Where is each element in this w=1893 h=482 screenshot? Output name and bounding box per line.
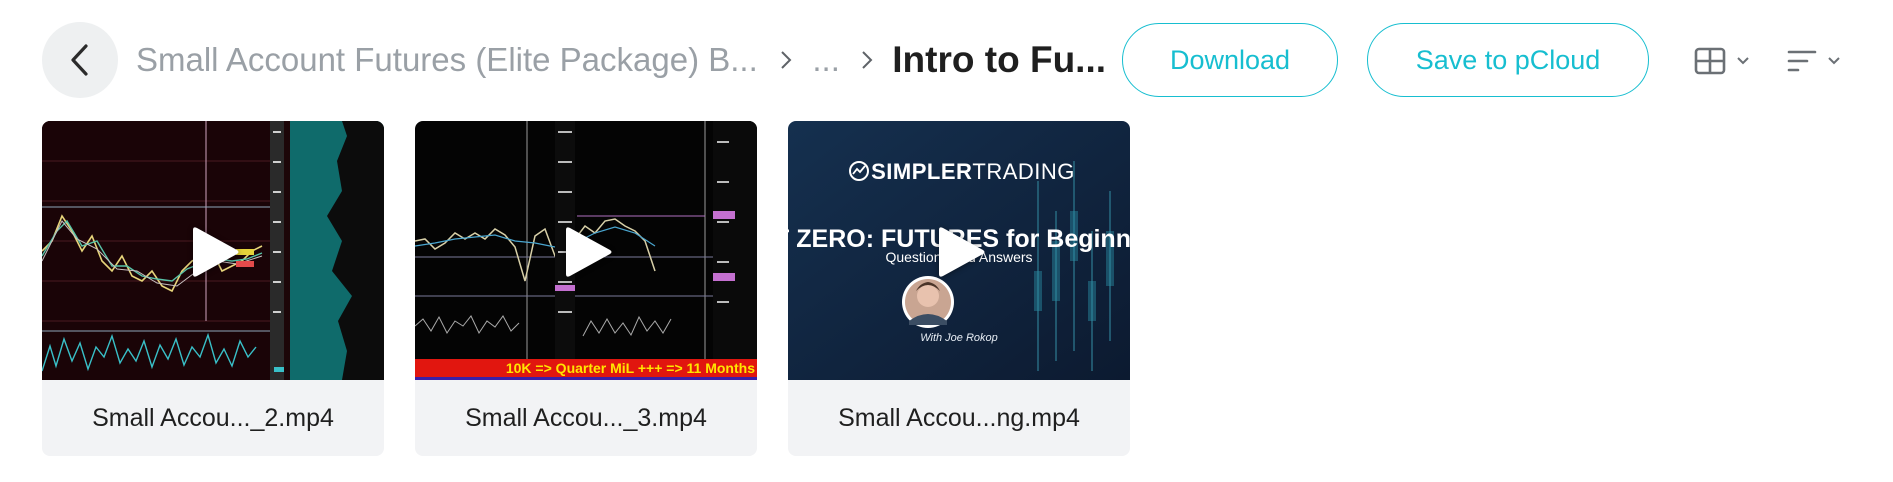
- breadcrumb-ellipsis[interactable]: ...: [811, 41, 841, 79]
- file-card[interactable]: Small Accou..._2.mp4: [42, 121, 384, 456]
- chevron-right-icon: [841, 22, 892, 98]
- chevron-down-icon: [1737, 57, 1749, 65]
- sort-icon: [1787, 50, 1817, 72]
- grid-view-icon: [1694, 47, 1726, 75]
- file-card[interactable]: SIMPLERTRADING RT ZERO: FUTURES for Begi…: [788, 121, 1130, 456]
- video-thumbnail: 10K => Quarter MiL +++ => 11 Months: [415, 121, 757, 380]
- download-button[interactable]: Download: [1122, 23, 1338, 97]
- chevron-right-icon: [760, 22, 811, 98]
- play-icon: [566, 227, 612, 277]
- breadcrumb-root[interactable]: Small Account Futures (Elite Package) B.…: [136, 41, 760, 79]
- sort-menu[interactable]: [1787, 40, 1841, 82]
- file-name: Small Accou..._2.mp4: [92, 403, 334, 432]
- breadcrumb: Small Account Futures (Elite Package) B.…: [136, 22, 1106, 98]
- play-icon: [939, 227, 985, 277]
- toolbar: Small Account Futures (Elite Package) B.…: [0, 0, 1893, 120]
- thumbnail-banner-text: 10K => Quarter MiL +++ => 11 Months: [415, 359, 757, 380]
- video-thumbnail: [42, 121, 384, 380]
- file-card[interactable]: 10K => Quarter MiL +++ => 11 Months Smal…: [415, 121, 757, 456]
- video-thumbnail: SIMPLERTRADING RT ZERO: FUTURES for Begi…: [788, 121, 1130, 380]
- brand-bold-text: SIMPLER: [871, 159, 973, 184]
- thumbnail-host: With Joe Rokop: [920, 332, 998, 344]
- file-name: Small Accou...ng.mp4: [838, 403, 1080, 432]
- back-button[interactable]: [42, 22, 118, 98]
- thumbnail-brand: SIMPLERTRADING: [788, 159, 1130, 185]
- view-mode-toggle[interactable]: [1694, 40, 1750, 82]
- save-to-pcloud-button[interactable]: Save to pCloud: [1367, 23, 1649, 97]
- arrow-left-icon: [71, 44, 88, 76]
- breadcrumb-current: Intro to Fu...: [892, 39, 1107, 80]
- brand-light-text: TRADING: [972, 159, 1075, 184]
- chevron-down-icon: [1828, 57, 1840, 65]
- file-name: Small Accou..._3.mp4: [465, 403, 707, 432]
- play-icon: [193, 227, 239, 277]
